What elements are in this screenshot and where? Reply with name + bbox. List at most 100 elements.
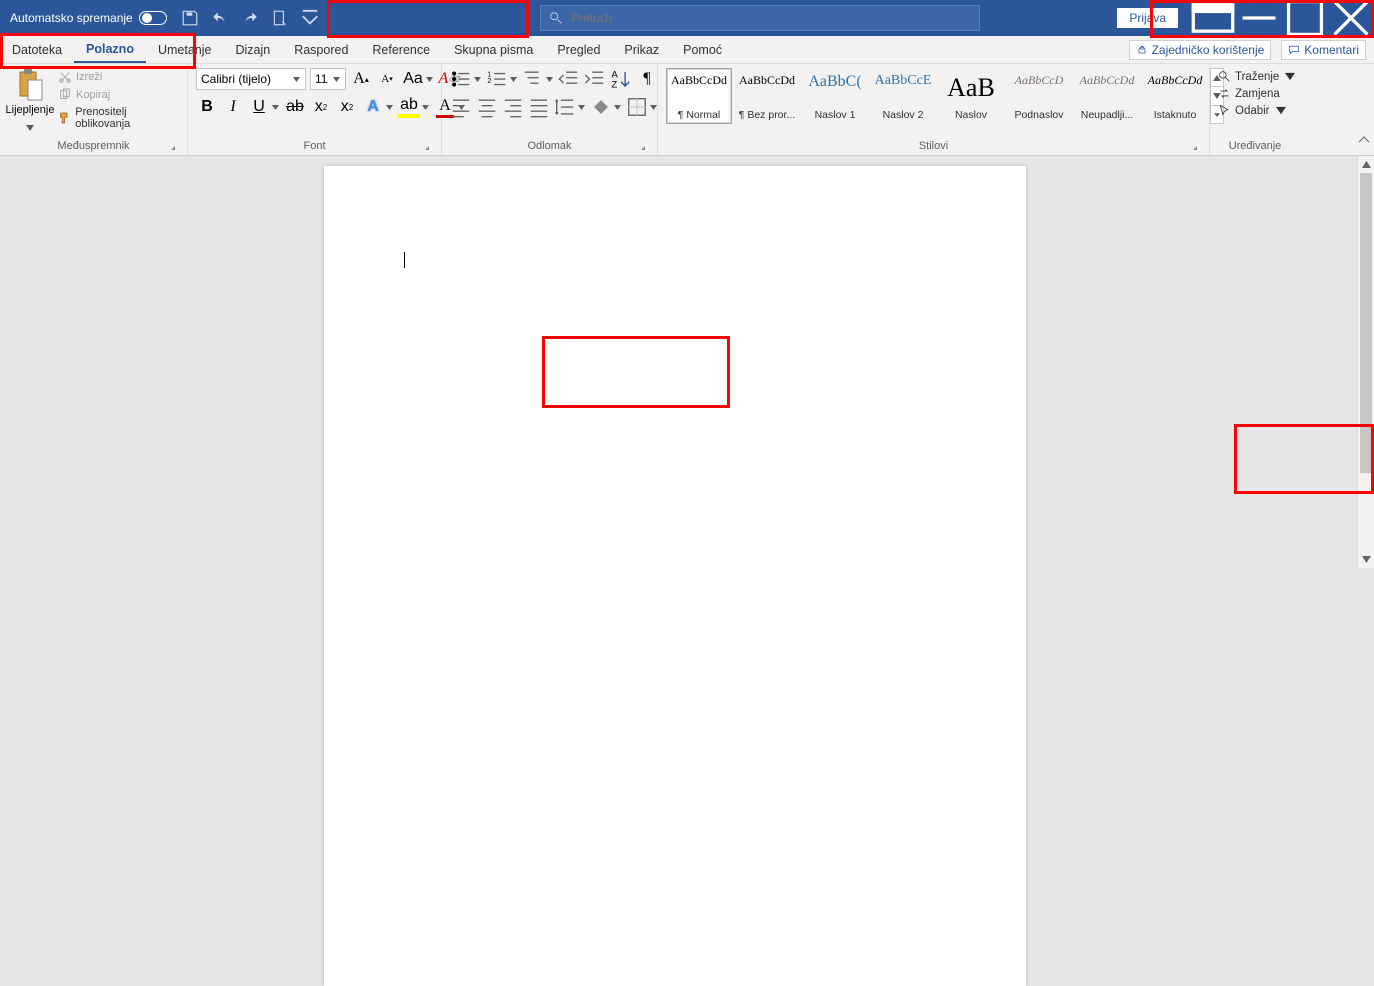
scroll-down-icon[interactable] <box>1358 551 1374 568</box>
tab-polazno[interactable]: Polazno <box>74 36 146 63</box>
style-item[interactable]: AaBbCcDd¶ Bez pror... <box>734 68 800 124</box>
sort-icon[interactable]: AZ <box>610 68 632 90</box>
style-item[interactable]: AaBbCcDPodnaslov <box>1006 68 1072 124</box>
cursor-icon <box>1218 104 1231 117</box>
undo-icon[interactable] <box>211 9 229 27</box>
scroll-track[interactable] <box>1358 173 1374 551</box>
superscript-button[interactable]: x2 <box>336 96 358 118</box>
login-button[interactable]: Prijava <box>1117 8 1178 28</box>
minimize-icon[interactable] <box>1236 0 1282 36</box>
search-icon <box>1218 70 1231 83</box>
find-button[interactable]: Traženje <box>1218 70 1295 83</box>
save-icon[interactable] <box>181 9 199 27</box>
clipboard-launcher[interactable] <box>165 141 177 153</box>
borders-icon[interactable] <box>626 96 648 118</box>
group-clipboard: Lijepljenje Izreži Kopiraj Prenositelj o… <box>0 64 188 155</box>
autosave-switch[interactable] <box>139 11 167 25</box>
format-painter-button[interactable]: Prenositelj oblikovanja <box>58 106 179 130</box>
scissors-icon <box>58 70 72 84</box>
search-box[interactable] <box>540 5 980 31</box>
clipboard-group-label: Međuspremnik <box>57 140 129 152</box>
change-case-dropdown[interactable] <box>424 77 434 82</box>
close-icon[interactable] <box>1328 0 1374 36</box>
underline-button[interactable]: U <box>248 96 270 118</box>
paragraph-group-label: Odlomak <box>527 140 571 152</box>
grow-font-icon[interactable]: A▴ <box>350 68 372 90</box>
font-size-combo[interactable]: 11 <box>310 68 346 90</box>
tab-umetanje[interactable]: Umetanje <box>146 36 224 63</box>
copy-button[interactable]: Kopiraj <box>58 88 179 102</box>
tab-reference[interactable]: Reference <box>360 36 442 63</box>
numbering-icon[interactable]: 12 <box>486 68 508 90</box>
editing-group-label: Uređivanje <box>1229 140 1282 152</box>
brush-icon <box>58 111 71 125</box>
style-item[interactable]: AaBbCcDdIstaknuto <box>1142 68 1208 124</box>
text-effects-icon[interactable]: A <box>362 96 384 118</box>
search-icon <box>549 11 563 25</box>
vertical-scrollbar[interactable] <box>1357 156 1374 568</box>
shading-icon[interactable] <box>590 96 612 118</box>
font-name-combo[interactable]: Calibri (tijelo) <box>196 68 306 90</box>
redo-icon[interactable] <box>241 9 259 27</box>
qat-more-icon[interactable] <box>301 9 319 27</box>
chevron-down-icon <box>26 118 34 124</box>
tab-datoteka[interactable]: Datoteka <box>0 36 74 63</box>
svg-text:2: 2 <box>487 78 491 85</box>
increase-indent-icon[interactable] <box>584 68 606 90</box>
document-page[interactable] <box>324 166 1026 986</box>
style-item[interactable]: AaBbCcENaslov 2 <box>870 68 936 124</box>
align-left-icon[interactable] <box>450 96 472 118</box>
tab-skupna pisma[interactable]: Skupna pisma <box>442 36 545 63</box>
scroll-up-icon[interactable] <box>1358 156 1374 173</box>
bold-button[interactable]: B <box>196 96 218 118</box>
quick-access-toolbar <box>177 9 323 27</box>
paragraph-launcher[interactable] <box>635 141 647 153</box>
tab-raspored[interactable]: Raspored <box>282 36 360 63</box>
paste-icon <box>14 68 46 102</box>
style-item[interactable]: AaBbC(Naslov 1 <box>802 68 868 124</box>
copy-icon <box>58 88 72 102</box>
group-editing: Traženje Zamjena Odabir Uređivanje <box>1210 64 1300 155</box>
show-marks-icon[interactable]: ¶ <box>636 68 658 90</box>
justify-icon[interactable] <box>528 96 550 118</box>
group-font: Calibri (tijelo) 11 A▴ A▾ Aa A⌫ B I U ab… <box>188 64 442 155</box>
style-item[interactable]: AaBbCcDd¶ Normal <box>666 68 732 124</box>
cut-button[interactable]: Izreži <box>58 70 179 84</box>
align-right-icon[interactable] <box>502 96 524 118</box>
subscript-button[interactable]: x2 <box>310 96 332 118</box>
bullets-icon[interactable] <box>450 68 472 90</box>
title-bar: Automatsko spremanje Dokument2 - Word Pr… <box>0 0 1374 36</box>
font-group-label: Font <box>303 140 325 152</box>
touchpage-icon[interactable] <box>271 9 289 27</box>
decrease-indent-icon[interactable] <box>558 68 580 90</box>
style-item[interactable]: AaBNaslov <box>938 68 1004 124</box>
align-center-icon[interactable] <box>476 96 498 118</box>
font-launcher[interactable] <box>419 141 431 153</box>
tab-pregled[interactable]: Pregled <box>545 36 612 63</box>
change-case-icon[interactable]: Aa <box>402 68 424 90</box>
strikethrough-button[interactable]: ab <box>284 96 306 118</box>
select-button[interactable]: Odabir <box>1218 104 1295 117</box>
share-button[interactable]: Zajedničko korištenje <box>1129 40 1272 60</box>
search-input[interactable] <box>571 11 979 25</box>
italic-button[interactable]: I <box>222 96 244 118</box>
shrink-font-icon[interactable]: A▾ <box>376 68 398 90</box>
comments-button[interactable]: Komentari <box>1281 40 1366 60</box>
line-spacing-icon[interactable] <box>554 96 576 118</box>
tab-pomoć[interactable]: Pomoć <box>671 36 734 63</box>
style-item[interactable]: AaBbCcDdNeupadlji... <box>1074 68 1140 124</box>
text-cursor <box>404 252 405 268</box>
highlight-icon[interactable]: ab <box>398 96 420 118</box>
replace-button[interactable]: Zamjena <box>1218 87 1295 100</box>
collapse-ribbon-icon[interactable] <box>1358 133 1370 151</box>
maximize-icon[interactable] <box>1282 0 1328 36</box>
window-controls: Prijava <box>1117 0 1374 36</box>
paste-button[interactable]: Lijepljenje <box>8 68 52 124</box>
multilevel-list-icon[interactable] <box>522 68 544 90</box>
scroll-thumb[interactable] <box>1360 173 1372 473</box>
tab-dizajn[interactable]: Dizajn <box>223 36 282 63</box>
autosave-toggle[interactable]: Automatsko spremanje <box>0 11 177 25</box>
tab-prikaz[interactable]: Prikaz <box>612 36 671 63</box>
ribbon-display-icon[interactable] <box>1190 0 1236 36</box>
styles-launcher[interactable] <box>1187 141 1199 153</box>
